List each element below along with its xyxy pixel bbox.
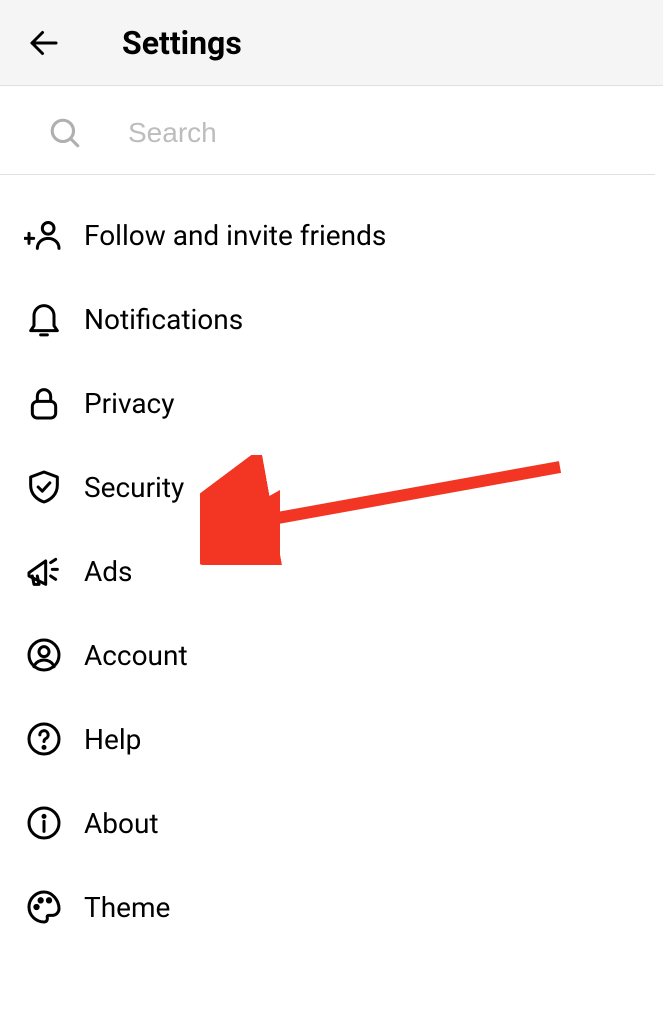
search-input[interactable] bbox=[128, 117, 605, 149]
menu-item-label: About bbox=[84, 807, 159, 840]
lock-icon bbox=[24, 383, 72, 423]
menu-item-help[interactable]: Help bbox=[0, 697, 663, 781]
menu-item-follow-invite[interactable]: Follow and invite friends bbox=[0, 193, 663, 277]
account-icon bbox=[24, 635, 72, 675]
menu-item-label: Ads bbox=[84, 555, 133, 588]
search-icon bbox=[48, 116, 88, 150]
menu-item-privacy[interactable]: Privacy bbox=[0, 361, 663, 445]
megaphone-icon bbox=[24, 551, 72, 591]
menu-item-security[interactable]: Security bbox=[0, 445, 663, 529]
menu-item-label: Theme bbox=[84, 891, 170, 924]
menu-item-label: Account bbox=[84, 639, 188, 672]
menu-item-label: Notifications bbox=[84, 303, 243, 336]
info-icon bbox=[24, 803, 72, 843]
bell-icon bbox=[24, 299, 72, 339]
settings-menu: Follow and invite friends Notifications … bbox=[0, 175, 663, 949]
search-row[interactable] bbox=[0, 86, 655, 175]
back-button[interactable] bbox=[22, 21, 66, 65]
menu-item-label: Help bbox=[84, 723, 141, 756]
arrow-left-icon bbox=[26, 25, 62, 61]
page-title: Settings bbox=[122, 24, 242, 62]
menu-item-account[interactable]: Account bbox=[0, 613, 663, 697]
menu-item-theme[interactable]: Theme bbox=[0, 865, 663, 949]
follow-invite-icon bbox=[24, 215, 72, 255]
menu-item-ads[interactable]: Ads bbox=[0, 529, 663, 613]
menu-item-about[interactable]: About bbox=[0, 781, 663, 865]
header: Settings bbox=[0, 0, 663, 86]
help-icon bbox=[24, 719, 72, 759]
shield-check-icon bbox=[24, 467, 72, 507]
menu-item-label: Security bbox=[84, 471, 184, 504]
menu-item-label: Follow and invite friends bbox=[84, 219, 386, 252]
menu-item-label: Privacy bbox=[84, 387, 174, 420]
palette-icon bbox=[24, 887, 72, 927]
menu-item-notifications[interactable]: Notifications bbox=[0, 277, 663, 361]
